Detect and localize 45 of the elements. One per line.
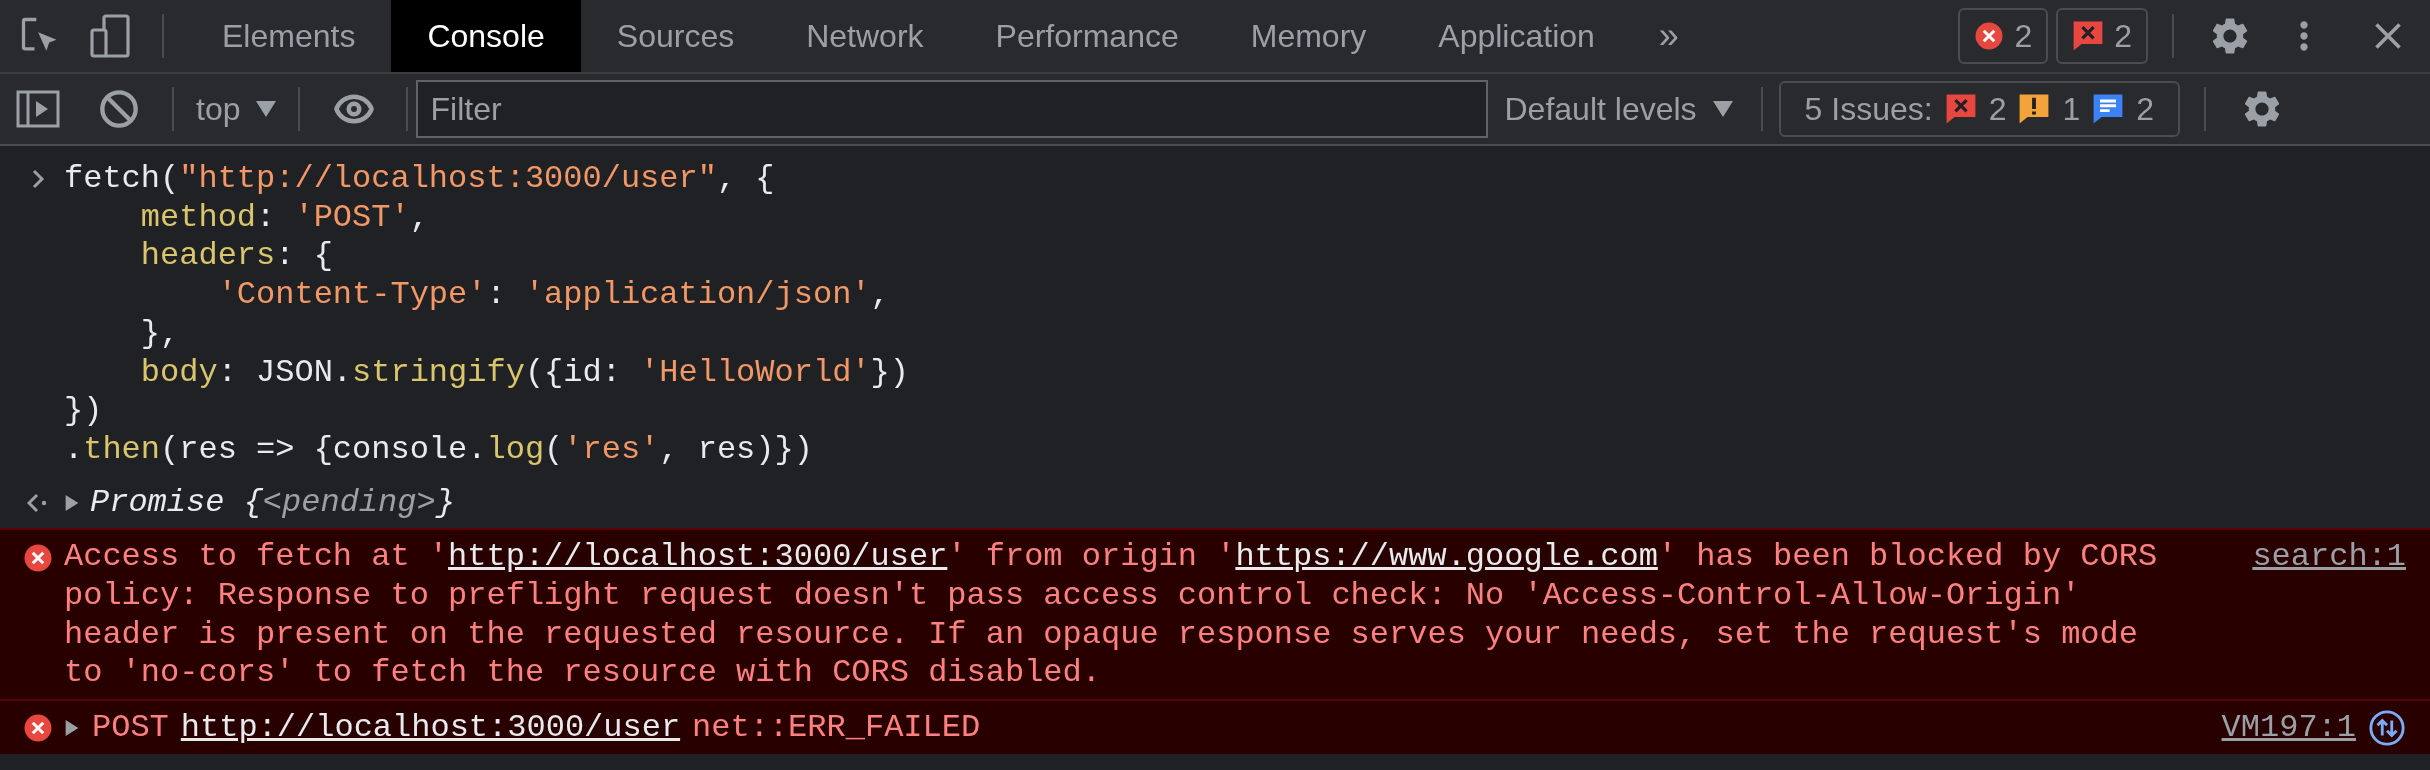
error-icon (1974, 21, 2005, 51)
panel-tab[interactable]: Performance (959, 0, 1215, 72)
expand-arrow-icon[interactable] (64, 494, 80, 511)
url-link[interactable]: https://www.google.com (1235, 538, 1658, 576)
log-levels-dropdown[interactable]: Default levels (1488, 90, 1745, 128)
error-counter[interactable]: 2 (1958, 8, 2049, 64)
source-link[interactable]: VM197:1 (2221, 709, 2356, 748)
error-icon (23, 542, 53, 573)
prompt-chevron-icon (30, 169, 46, 190)
caret-icon (1712, 101, 1733, 117)
code-line: fetch("http://localhost:3000/user", { (64, 160, 776, 199)
code-line: .then(res => {console.log('res', res)}) (64, 430, 814, 470)
code-line: }, (139, 314, 181, 354)
panel-tab[interactable]: Network (770, 0, 960, 72)
url-link[interactable]: http://localhost:3000/user (180, 709, 681, 748)
issues-button[interactable]: 5 Issues: 2 1 2 (1778, 81, 2181, 137)
error-status: net::ERR_FAILED (692, 709, 981, 748)
panel-tab[interactable]: Console (391, 0, 581, 72)
error-message: Access to fetch at 'http://localhost:3000/user' from origin 'https://www.google.com' has been blocked by CORS policy: Response to preflight request doesn't pass access control check: No 'Access-Control-Allow-Origin' header is present on the requested resource. If an opaque response serves your needs, set the request's mode to 'no-cors' to fetch the resource with CORS disabled. (64, 538, 2159, 694)
more-tabs-button[interactable]: » (1630, 0, 1719, 72)
error-icon (23, 713, 53, 744)
code-line: 'Content-Type': 'application/json', (216, 276, 891, 315)
message-bubble-icon (2092, 93, 2125, 125)
panel-tab[interactable]: Application (1402, 0, 1631, 72)
promise-result[interactable]: Promise {<pending>} (90, 483, 455, 523)
code-line: headers: { (139, 237, 334, 277)
panel-tab[interactable]: Elements (186, 0, 392, 72)
request-method: POST (92, 709, 169, 748)
network-request-icon[interactable] (2368, 709, 2406, 748)
return-arrow-icon (27, 492, 49, 513)
expand-arrow-icon[interactable] (64, 720, 80, 737)
error-bubble-icon (2072, 20, 2105, 52)
error-bubble-icon (1944, 93, 1977, 125)
source-link[interactable]: search:1 (2252, 538, 2406, 578)
filter-field[interactable]: Filter (416, 80, 1489, 138)
panel-tab[interactable]: Memory (1214, 0, 1403, 72)
code-line: body: JSON.stringify({id: 'HelloWorld'}) (139, 353, 910, 393)
warning-bubble-icon (2018, 93, 2051, 125)
url-link[interactable]: http://localhost:3000/user (448, 538, 948, 576)
code-line: method: 'POST', (139, 198, 430, 238)
issue-counter[interactable]: 2 (2056, 8, 2148, 64)
panel-tab[interactable]: Sources (580, 0, 771, 72)
code-line: }) (64, 392, 104, 431)
context-selector[interactable]: top (184, 90, 289, 128)
caret-icon (256, 101, 277, 117)
